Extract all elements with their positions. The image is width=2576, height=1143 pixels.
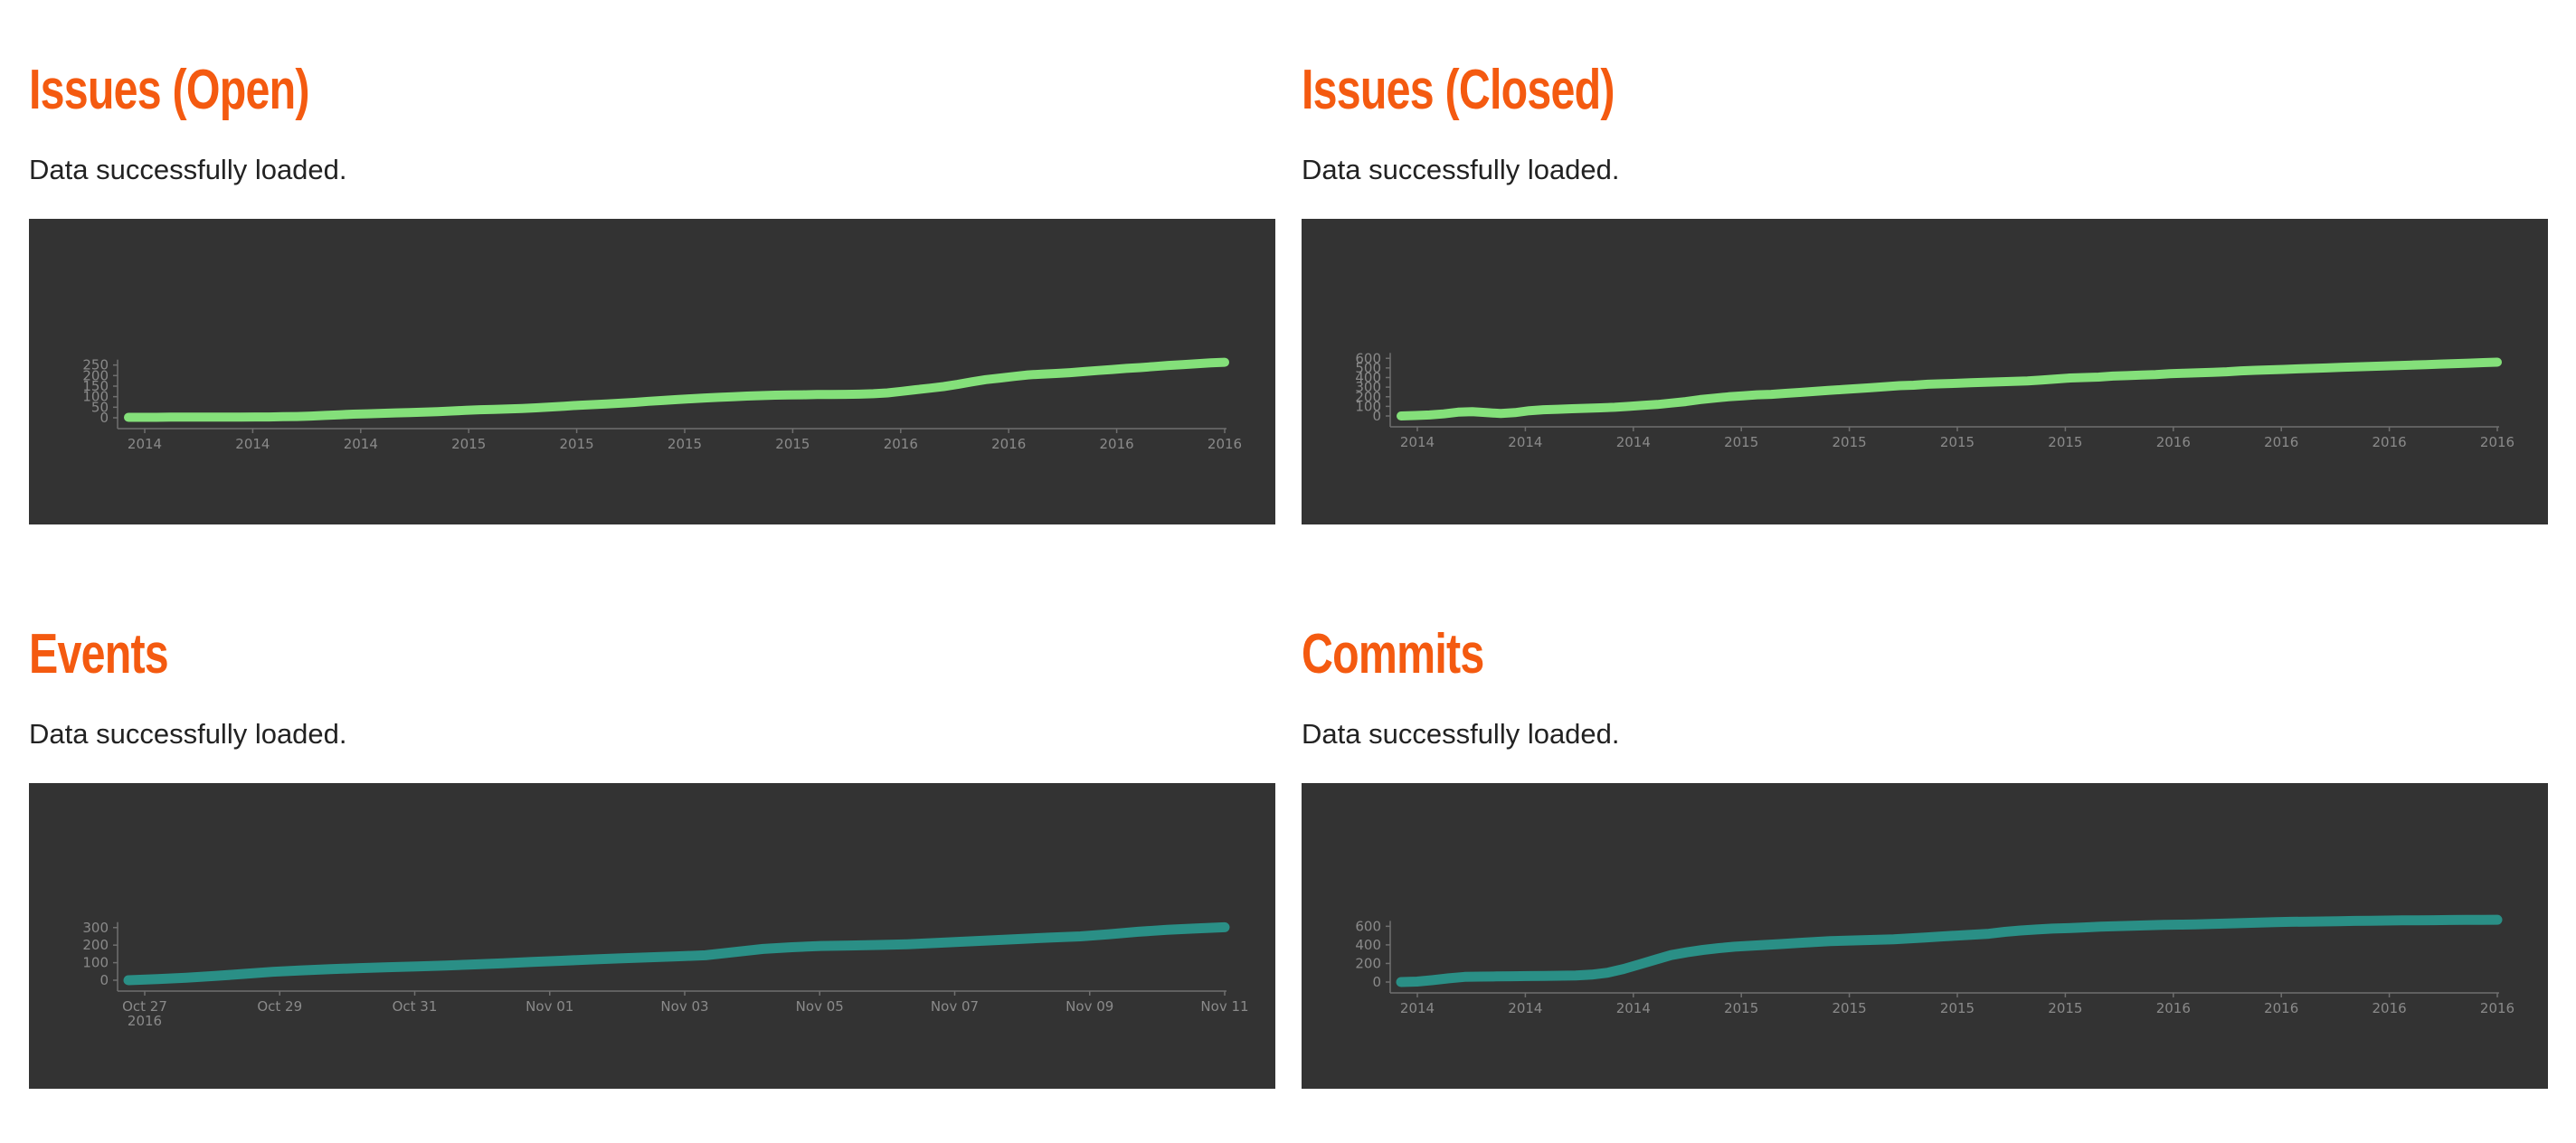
x-tick-label: 2015	[1724, 434, 1758, 450]
events-chart: 0 100 200 300 Oct 27 2016 Oct 29 Oct 31 Nov 01 No…	[29, 783, 1275, 1089]
x-tick-label: 2016	[1208, 436, 1242, 452]
x-tick-label: 2014	[128, 436, 162, 452]
y-tick-label: 600	[1355, 918, 1381, 934]
x-tick-label: 2016	[2480, 434, 2514, 450]
issues-open-chart-svg: 0501001502002502014 2014 2014 2015 2015 2015 2…	[82, 357, 1242, 452]
panel-title: Events	[29, 623, 169, 685]
y-tick-label: 200	[1355, 955, 1381, 971]
x-tick-label: 2015	[451, 436, 486, 452]
x-tick-label: 2015	[1724, 1000, 1758, 1016]
x-tick-label: 2015	[2048, 434, 2082, 450]
issues-open-chart: 0 50 100 150 200 250 2014 2014 2014 2015 2015 2015 2…	[29, 219, 1275, 524]
x-tick-label: Nov 03	[660, 998, 708, 1015]
x-tick-label: 2015	[775, 436, 810, 452]
issues-closed-chart: 0 100 200 300 400 500 600 2014 2014 2014 2015 2015 2…	[1302, 219, 2548, 524]
x-tick-label: 2015	[560, 436, 594, 452]
x-tick-label: 2016	[2372, 434, 2407, 450]
y-tick-label: 250	[82, 357, 109, 373]
x-tick-label: 2016	[2156, 434, 2191, 450]
events-chart-svg: 0100200300Oct 272016Oct 29 Oct 31 Nov 01 No…	[82, 920, 1248, 1029]
x-tick-label: 2015	[1940, 1000, 1975, 1016]
x-tick-label: 2014	[1616, 1000, 1651, 1016]
y-tick-label: 200	[82, 937, 109, 953]
y-tick-label: 300	[82, 920, 109, 936]
x-tick-label: 2014	[1400, 1000, 1435, 1016]
commits-panel: Commits Data successfully loaded. 0 200 40…	[1302, 619, 2548, 1089]
x-tick-label: 2016	[2264, 434, 2298, 450]
series-line	[1396, 914, 2503, 987]
load-status: Data successfully loaded.	[1302, 154, 1620, 185]
load-status: Data successfully loaded.	[29, 718, 347, 750]
x-tick-label: 2015	[668, 436, 702, 452]
x-tick-label: Nov 09	[1065, 998, 1113, 1015]
x-tick-label: 2014	[1508, 1000, 1542, 1016]
load-status: Data successfully loaded.	[1302, 718, 1620, 750]
x-tick-label: Nov 01	[526, 998, 573, 1015]
series-line	[1397, 357, 2502, 420]
panel-title: Issues (Open)	[29, 59, 309, 121]
y-tick-label: 100	[82, 955, 109, 971]
load-status: Data successfully loaded.	[29, 154, 347, 185]
x-tick-label: Nov 05	[796, 998, 844, 1015]
x-tick-label: 2014	[235, 436, 270, 452]
x-tick-label: 2015	[1833, 1000, 1867, 1016]
x-tick-label: 2016	[1100, 436, 1134, 452]
y-tick-label: 0	[1372, 974, 1381, 990]
x-tick-year-label: 2016	[128, 1013, 162, 1029]
x-tick-label: 2016	[991, 436, 1026, 452]
issues-closed-chart-svg: 01002003004005006002014 2014 2014 2015 2015 2…	[1355, 350, 2514, 450]
x-tick-label: 2014	[1508, 434, 1542, 450]
issues-closed-panel: Issues (Closed) Data successfully loaded…	[1302, 54, 2548, 524]
x-tick-label: 2015	[1833, 434, 1867, 450]
x-tick-label: 2014	[1400, 434, 1435, 450]
x-tick-label: 2015	[2048, 1000, 2082, 1016]
y-tick-label: 600	[1355, 350, 1381, 366]
x-tick-label: Oct 29	[257, 998, 302, 1015]
x-tick-label: Nov 11	[1200, 998, 1248, 1015]
x-tick-label: 2016	[2480, 1000, 2514, 1016]
x-tick-label: 2016	[2372, 1000, 2407, 1016]
commits-chart-svg: 0 200 400 600 2014 2014 2014 2015 2015 2015 2015 20…	[1355, 914, 2514, 1016]
y-tick-label: 400	[1355, 937, 1381, 953]
panel-title: Commits	[1302, 623, 1484, 685]
panel-title: Issues (Closed)	[1302, 59, 1615, 121]
x-tick-label: 2014	[1616, 434, 1651, 450]
events-panel: Events Data successfully loaded. 0 100 200…	[29, 619, 1275, 1089]
x-tick-label: 2016	[884, 436, 918, 452]
series-line	[124, 357, 1229, 422]
x-tick-label: Oct 31	[393, 998, 438, 1015]
issues-open-panel: Issues (Open) Data successfully loaded. …	[29, 54, 1275, 524]
x-tick-label: Nov 07	[931, 998, 979, 1015]
series-line	[123, 921, 1230, 986]
commits-chart: 0 200 400 600 2014 2014 2014 2015 2015 2015 2015 20…	[1302, 783, 2548, 1089]
x-tick-label: 2016	[2264, 1000, 2298, 1016]
x-tick-label: 2015	[1940, 434, 1975, 450]
y-tick-label: 0	[99, 972, 109, 988]
x-tick-label: 2014	[344, 436, 378, 452]
x-tick-label: 2016	[2156, 1000, 2191, 1016]
